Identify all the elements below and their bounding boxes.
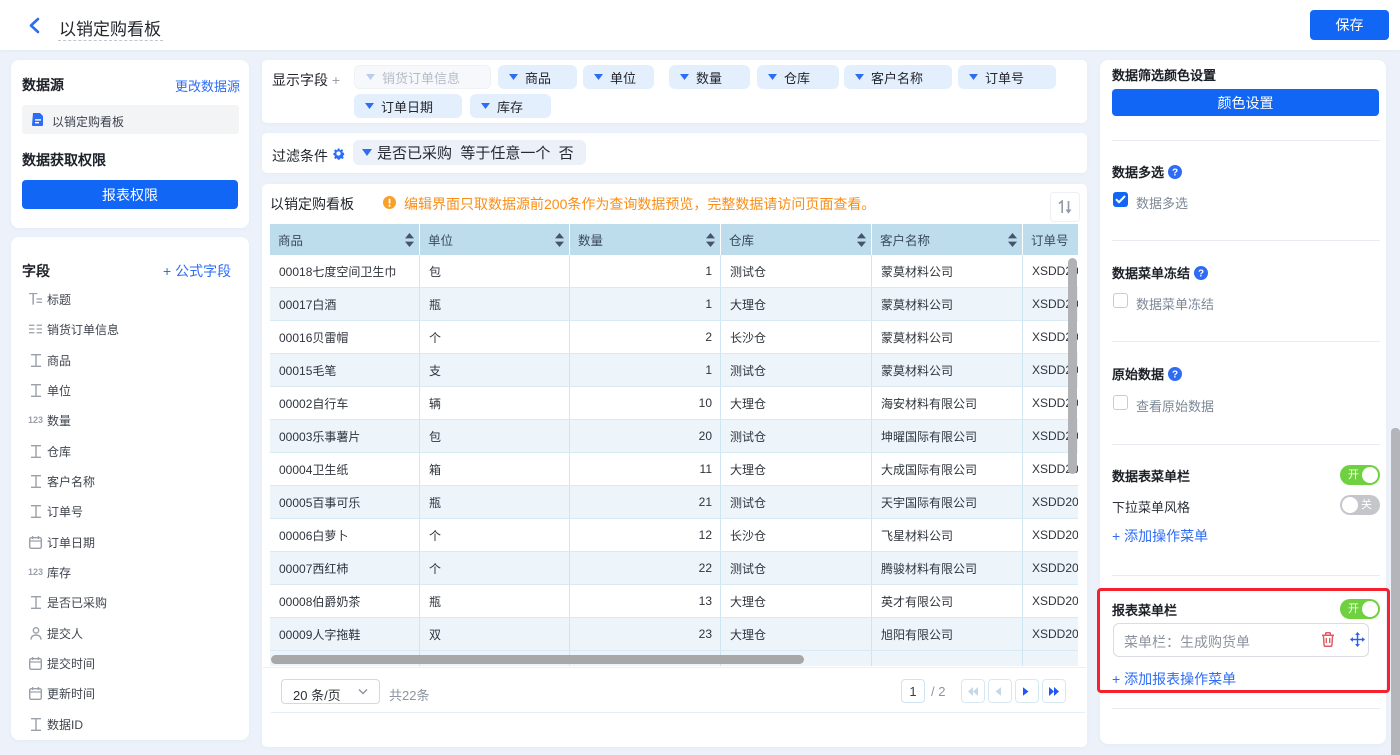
svg-text:?: ? — [1198, 268, 1204, 279]
svg-text:?: ? — [1172, 369, 1178, 380]
svg-text:?: ? — [1172, 167, 1178, 178]
